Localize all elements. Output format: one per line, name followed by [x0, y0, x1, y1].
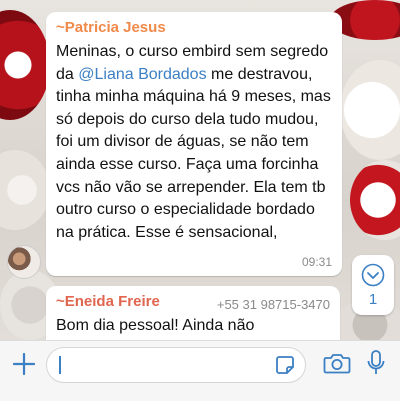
- sender-name[interactable]: ~Eneida Freire: [56, 293, 160, 310]
- message-bubble[interactable]: ~Eneida Freire +55 31 98715-3470 Bom dia…: [46, 286, 340, 348]
- chevron-down-icon: [361, 263, 385, 287]
- text-caret: [59, 356, 61, 374]
- microphone-icon[interactable]: [366, 349, 386, 377]
- sender-phone[interactable]: +55 31 98715-3470: [217, 297, 330, 312]
- message-text: Meninas, o curso embird sem segredo da @…: [56, 41, 336, 244]
- sender-avatar[interactable]: [7, 245, 41, 279]
- scroll-to-bottom-button[interactable]: 1: [352, 255, 394, 315]
- message-input[interactable]: [46, 347, 306, 383]
- plus-icon[interactable]: [11, 351, 37, 377]
- mention-link[interactable]: @Liana Bordados: [78, 66, 206, 83]
- message-bubble[interactable]: ~Patricia Jesus Meninas, o curso embird …: [46, 12, 342, 276]
- composer-bar: [0, 340, 400, 401]
- camera-icon[interactable]: [323, 351, 351, 375]
- unread-count-badge: 1: [368, 291, 378, 308]
- sender-name[interactable]: ~Patricia Jesus: [56, 19, 166, 36]
- message-text-part: me destravou, tinha minha máquina há 9 m…: [56, 65, 331, 241]
- message-timestamp: 09:31: [301, 255, 332, 269]
- message-text: Bom dia pessoal! Ainda não: [56, 317, 255, 334]
- sticker-icon[interactable]: [275, 355, 295, 375]
